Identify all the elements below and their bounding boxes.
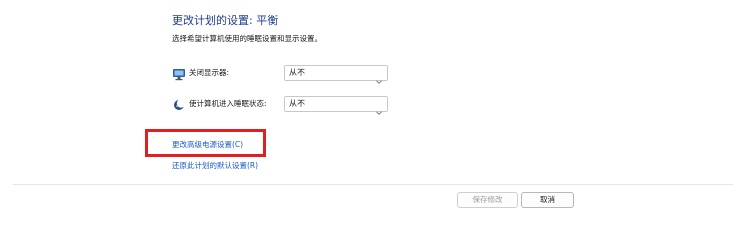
cancel-button[interactable]: 取消 (521, 192, 574, 208)
chevron-down-icon (376, 101, 382, 115)
monitor-icon (172, 66, 186, 81)
sleep-value: 从不 (289, 99, 305, 108)
display-off-label: 关闭显示器: (189, 68, 230, 77)
restore-defaults-link[interactable]: 还原此计划的默认设置(R) (172, 160, 258, 171)
moon-icon (172, 97, 186, 111)
display-off-dropdown[interactable]: 从不 (284, 65, 388, 84)
sleep-label: 使计算机进入睡眠状态: (189, 99, 267, 108)
chevron-down-icon (376, 70, 382, 84)
footer-divider (13, 184, 733, 185)
sleep-dropdown[interactable]: 从不 (284, 96, 388, 115)
page-title: 更改计划的设置: 平衡 (172, 14, 279, 27)
save-changes-button[interactable]: 保存修改 (457, 192, 518, 208)
page-subtitle: 选择希望计算机使用的睡眠设置和显示设置。 (172, 34, 322, 43)
advanced-power-settings-link[interactable]: 更改高级电源设置(C) (172, 139, 243, 150)
display-off-value: 从不 (289, 68, 305, 77)
